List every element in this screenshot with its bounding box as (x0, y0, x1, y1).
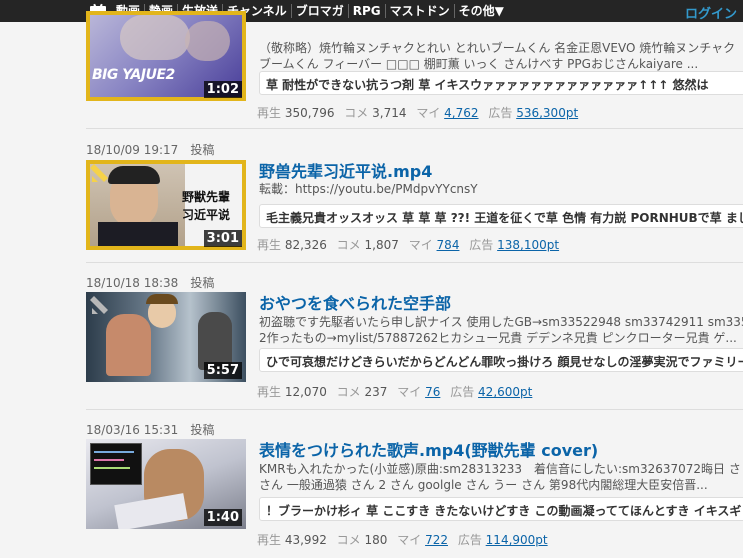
video-title-link[interactable]: おやつを食べられた空手部 (259, 290, 451, 314)
play-count: 350,796 (284, 106, 335, 120)
crown-badge-icon (90, 164, 108, 182)
video-stats: 再生 82,326 コメ 1,807 マイ 784 広告 138,100pt (257, 238, 560, 252)
thumbnail-caption: 野獣先輩 (182, 190, 231, 204)
video-description-line: KMRも入れたかった(小並感)原曲:sm28313233 着信音にしたい:sm3… (259, 462, 741, 476)
divider (86, 128, 743, 129)
mylist-count-link[interactable]: 76 (425, 385, 440, 399)
latest-comments: 草 耐性ができない抗うつ剤 草 イキスウァァァァァァァァァァァァァ↑↑↑ 悠然は (259, 71, 743, 95)
ad-points-link[interactable]: 536,300pt (516, 106, 578, 120)
video-title-link[interactable]: 野兽先辈习近平说.mp4 (259, 158, 432, 182)
login-link[interactable]: ログイン (685, 3, 737, 22)
divider (86, 409, 743, 410)
nav-item-rpg[interactable]: RPG (349, 4, 386, 18)
play-count: 82,326 (284, 238, 327, 252)
video-description-line: 2作ったもの→mylist/57887262ヒカシュー兄貴 デデンネ兄貴 ピンク… (259, 331, 737, 345)
ad-points-link[interactable]: 114,900pt (486, 533, 548, 547)
latest-comments: ひで可哀想だけどきらいだからどんどん罪吹っ掛けろ 顔見せなしの淫夢実況でファミリ… (259, 348, 743, 372)
video-description-line: （敬称略）焼竹輪ヌンチャクとれい とれいブームくん 名金正恩VEVO 焼竹輪ヌン… (259, 41, 736, 55)
video-description-line: 初盗聴です先駆者いたら申し訳ナイス 使用したGB→sm33522948 sm33… (259, 315, 743, 329)
nav-item-more[interactable]: その他▼ (455, 4, 508, 18)
mylist-count-link[interactable]: 4,762 (444, 106, 478, 120)
play-count: 12,070 (284, 385, 327, 399)
video-duration: 3:01 (203, 230, 242, 247)
latest-comments: ！ブラーかけ杉ィ 草 ここすき きたないけどすき この動画凝っててほんとすき イ… (259, 497, 743, 521)
video-duration: 1:02 (203, 81, 242, 98)
nav-item-blomaga[interactable]: ブロマガ (292, 4, 349, 18)
video-description-line: ブームくん フィーバー □□□ 棚町薫 いっく さんけべす PPGおじさんkai… (259, 57, 699, 71)
comment-count: 180 (364, 533, 388, 547)
video-stats: 再生 43,992 コメ 180 マイ 722 広告 114,900pt (257, 533, 548, 547)
video-stats: 再生 12,070 コメ 237 マイ 76 広告 42,600pt (257, 385, 533, 399)
play-count: 43,992 (284, 533, 327, 547)
ad-points-link[interactable]: 42,600pt (478, 385, 532, 399)
video-stats: 再生 350,796 コメ 3,714 マイ 4,762 広告 536,300p… (257, 106, 579, 120)
post-date: 18/03/16 15:31 投稿 (86, 423, 215, 437)
video-duration: 5:57 (203, 362, 242, 379)
video-description-line: さん 一般通過猿 さん 2 さん goolgle さん うー さん 第98代内閣… (259, 478, 708, 492)
video-duration: 1:40 (203, 509, 242, 526)
crown-badge-icon (90, 296, 108, 314)
comment-count: 237 (364, 385, 388, 399)
mylist-count-link[interactable]: 784 (437, 238, 460, 252)
thumbnail-caption: 习近平说 (182, 208, 231, 222)
thumbnail-caption: BIG YAJUE2 (92, 67, 175, 83)
comment-count: 1,807 (364, 238, 399, 252)
post-date: 18/10/18 18:38 投稿 (86, 276, 215, 290)
divider (86, 262, 743, 263)
mylist-count-link[interactable]: 722 (425, 533, 448, 547)
video-title-link[interactable]: 表情をつけられた歌声.mp4(野獣先輩 cover) (259, 437, 598, 461)
latest-comments: 毛主義兄貴オッスオッス 草 草 草 ??! 王道を征くで草 色情 有力説 POR… (259, 204, 743, 228)
ad-points-link[interactable]: 138,100pt (497, 238, 559, 252)
video-thumbnail[interactable]: 1:40 (86, 439, 246, 529)
video-thumbnail[interactable]: BIG YAJUE2 1:02 (86, 11, 246, 101)
video-description-line: 転載：https://youtu.be/PMdpvYYcnsY (259, 182, 478, 196)
nav-item-mastodon[interactable]: マストドン (386, 4, 455, 18)
post-date: 18/10/09 19:17 投稿 (86, 143, 215, 157)
video-thumbnail[interactable]: 野獣先輩 习近平说 3:01 (86, 160, 246, 250)
comment-count: 3,714 (372, 106, 407, 120)
video-thumbnail[interactable]: 5:57 (86, 292, 246, 382)
